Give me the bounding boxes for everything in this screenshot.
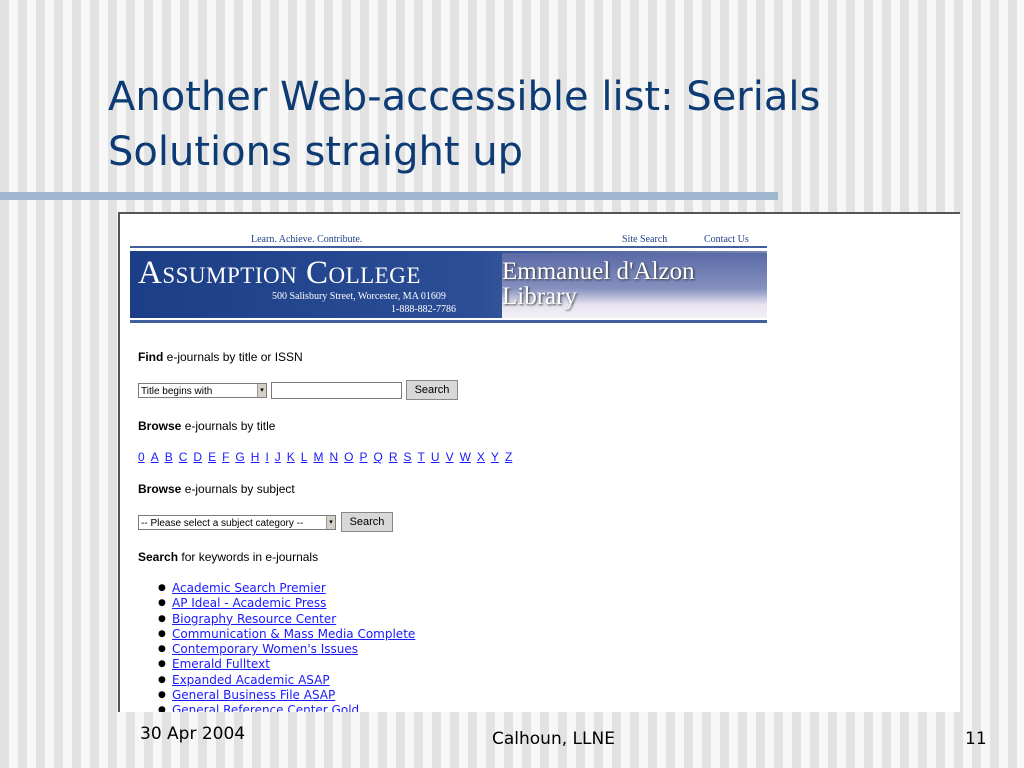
list-item: ● Contemporary Women's Issues <box>158 642 415 657</box>
list-item: ● Expanded Academic ASAP <box>158 673 415 688</box>
dropdown-arrow-icon: ▾ <box>257 384 266 397</box>
slide-title-line2: Solutions straight up <box>108 129 523 175</box>
browse-subject-heading-bold: Browse <box>138 482 182 496</box>
library-banner: Assumption College 500 Salisbury Street,… <box>130 251 767 318</box>
banner-divider <box>130 320 767 323</box>
letter-link[interactable]: X <box>477 450 485 464</box>
letter-link[interactable]: D <box>193 450 202 464</box>
college-address: 500 Salisbury Street, Worcester, MA 0160… <box>272 291 446 302</box>
letter-link[interactable]: M <box>313 450 323 464</box>
site-search-link[interactable]: Site Search <box>622 234 667 245</box>
bullet-icon: ● <box>158 690 166 701</box>
list-item: ● General Reference Center Gold <box>158 703 415 712</box>
database-link[interactable]: Emerald Fulltext <box>172 657 270 671</box>
list-item: ● Academic Search Premier <box>158 581 415 596</box>
letter-link[interactable]: W <box>460 450 471 464</box>
letter-link[interactable]: B <box>165 450 173 464</box>
list-item: ● Communication & Mass Media Complete <box>158 627 415 642</box>
database-link[interactable]: Academic Search Premier <box>172 581 326 595</box>
database-link[interactable]: Expanded Academic ASAP <box>172 673 330 687</box>
keyword-search-heading: Search for keywords in e-journals <box>138 550 318 564</box>
database-link[interactable]: Communication & Mass Media Complete <box>172 627 415 641</box>
keyword-search-heading-rest: for keywords in e-journals <box>178 550 319 564</box>
dropdown-arrow-icon: ▾ <box>326 516 335 529</box>
bullet-icon: ● <box>158 659 166 670</box>
alphabet-links: 0ABCDEFGHIJKLMNOPQRSTUVWXYZ <box>138 450 518 464</box>
find-heading: Find e-journals by title or ISSN <box>138 350 303 364</box>
college-phone: 1-888-882-7786 <box>391 304 456 315</box>
slide-title-line1: Another Web-accessible list: Serials <box>108 74 821 120</box>
letter-link[interactable]: A <box>151 450 159 464</box>
college-name: Assumption College <box>138 255 421 291</box>
database-link[interactable]: General Business File ASAP <box>172 688 335 702</box>
bullet-icon: ● <box>158 613 166 624</box>
find-heading-bold: Find <box>138 350 164 364</box>
footer-date: 30 Apr 2004 <box>140 724 246 744</box>
browse-title-heading: Browse e-journals by title <box>138 419 275 433</box>
title-divider <box>0 192 778 200</box>
database-link[interactable]: Biography Resource Center <box>172 612 336 626</box>
letter-link[interactable]: L <box>301 450 308 464</box>
library-name-line2: Library <box>502 283 577 310</box>
bullet-icon: ● <box>158 644 166 655</box>
database-link[interactable]: AP Ideal - Academic Press <box>172 596 326 610</box>
letter-link[interactable]: K <box>287 450 295 464</box>
bullet-icon: ● <box>158 674 166 685</box>
list-item: ● AP Ideal - Academic Press <box>158 596 415 611</box>
letter-link[interactable]: G <box>235 450 244 464</box>
footer-page-number: 11 <box>965 729 987 749</box>
title-search-button[interactable]: Search <box>406 380 458 400</box>
letter-link[interactable]: F <box>222 450 229 464</box>
letter-link[interactable]: C <box>179 450 188 464</box>
list-item: ● Biography Resource Center <box>158 612 415 627</box>
bullet-icon: ● <box>158 628 166 639</box>
letter-link[interactable]: E <box>208 450 216 464</box>
letter-link[interactable]: Z <box>505 450 512 464</box>
database-link[interactable]: General Reference Center Gold <box>172 703 359 712</box>
letter-link[interactable]: S <box>404 450 412 464</box>
browse-title-heading-rest: e-journals by title <box>181 419 276 433</box>
find-heading-rest: e-journals by title or ISSN <box>163 350 303 364</box>
contact-us-link[interactable]: Contact Us <box>704 234 749 245</box>
footer-author: Calhoun, LLNE <box>492 729 615 749</box>
browse-title-heading-bold: Browse <box>138 419 182 433</box>
bullet-icon: ● <box>158 598 166 609</box>
list-item: ● Emerald Fulltext <box>158 657 415 672</box>
letter-link[interactable]: H <box>251 450 260 464</box>
letter-link[interactable]: V <box>446 450 454 464</box>
subject-category-select[interactable]: -- Please select a subject category -- ▾ <box>138 515 336 530</box>
title-search-type-select[interactable]: Title begins with ▾ <box>138 383 267 398</box>
bullet-icon: ● <box>158 705 166 712</box>
letter-link[interactable]: P <box>360 450 368 464</box>
web-page-screenshot: Learn. Achieve. Contribute. Site Search … <box>118 212 960 712</box>
letter-link[interactable]: N <box>329 450 338 464</box>
letter-link[interactable]: U <box>431 450 440 464</box>
letter-link[interactable]: O <box>344 450 353 464</box>
nav-divider <box>130 246 767 248</box>
letter-link[interactable]: J <box>275 450 281 464</box>
letter-link[interactable]: I <box>265 450 268 464</box>
browse-subject-heading: Browse e-journals by subject <box>138 482 295 496</box>
subject-search-button[interactable]: Search <box>341 512 393 532</box>
library-name-line1: Emmanuel d'Alzon <box>502 258 695 285</box>
database-link[interactable]: Contemporary Women's Issues <box>172 642 358 656</box>
tagline: Learn. Achieve. Contribute. <box>251 234 363 245</box>
list-item: ● General Business File ASAP <box>158 688 415 703</box>
title-search-input[interactable] <box>271 382 402 399</box>
letter-link[interactable]: Y <box>491 450 499 464</box>
slide-title: Another Web-accessible list: Serials Sol… <box>108 70 988 180</box>
bullet-icon: ● <box>158 583 166 593</box>
database-list: ● Academic Search Premier ● AP Ideal - Acad… <box>158 581 415 712</box>
letter-link[interactable]: 0 <box>138 450 145 464</box>
title-search-type-value: Title begins with <box>141 386 213 397</box>
letter-link[interactable]: Q <box>374 450 383 464</box>
letter-link[interactable]: R <box>389 450 398 464</box>
browse-subject-heading-rest: e-journals by subject <box>181 482 295 496</box>
keyword-search-heading-bold: Search <box>138 550 179 564</box>
letter-link[interactable]: T <box>418 450 425 464</box>
subject-category-value: -- Please select a subject category -- <box>141 518 304 529</box>
